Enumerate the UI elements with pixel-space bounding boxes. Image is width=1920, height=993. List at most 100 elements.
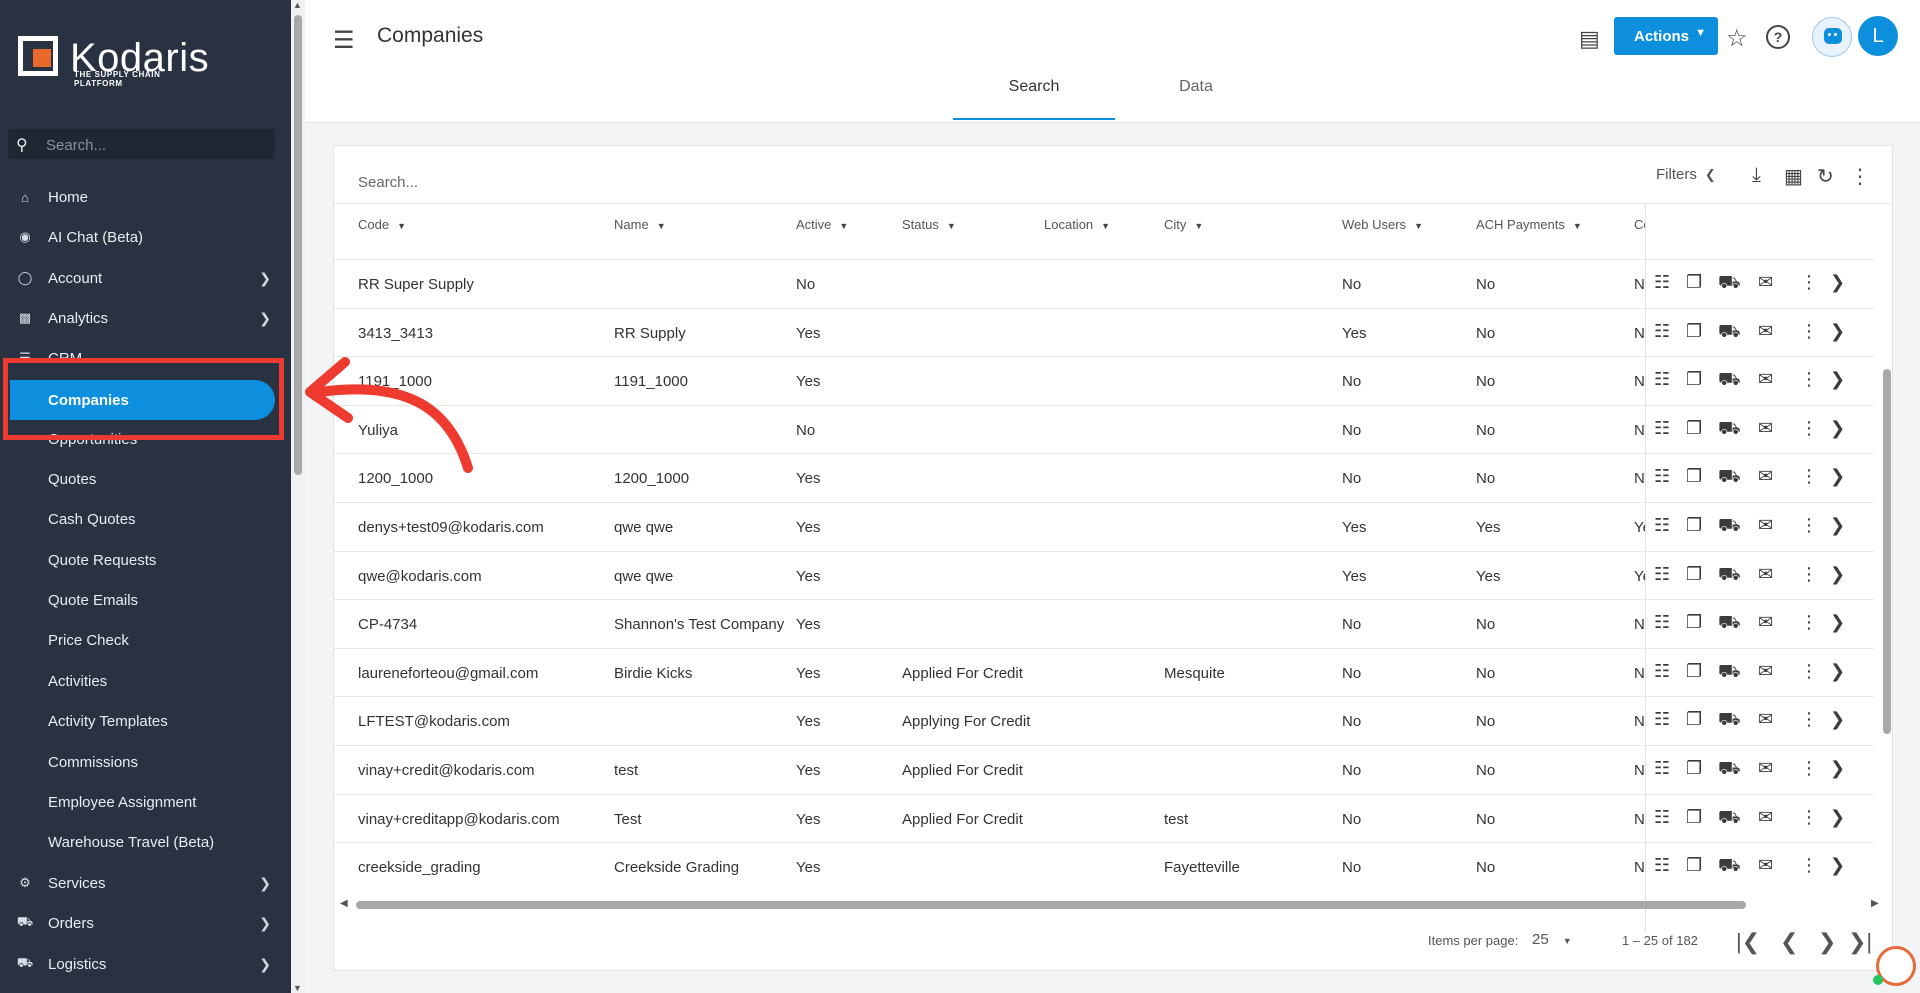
sidebar-item-activity-templates[interactable]: Activity Templates	[0, 703, 291, 739]
tab-data[interactable]: Data	[1115, 78, 1277, 120]
download-icon[interactable]: ⤓	[1752, 164, 1761, 187]
price-icon[interactable]: ❐	[1686, 758, 1702, 779]
row-expand-chevron-icon[interactable]: ❯	[1830, 515, 1845, 536]
shipping-add-icon[interactable]: ⛟	[1718, 807, 1741, 831]
scroll-left-icon[interactable]: ◀	[340, 898, 348, 909]
sidebar-item-analytics[interactable]: ▩ Analytics ❯	[0, 300, 291, 336]
row-expand-chevron-icon[interactable]: ❯	[1830, 661, 1845, 682]
ai-assistant-icon[interactable]	[1812, 17, 1852, 57]
table-horizontal-scrollbar[interactable]: ◀ ▶	[336, 898, 1896, 912]
add-note-icon[interactable]: ☷	[1654, 807, 1670, 828]
price-icon[interactable]: ❐	[1686, 321, 1702, 342]
sidebar-item-warehouse-travel[interactable]: Warehouse Travel (Beta)	[0, 824, 291, 860]
row-expand-chevron-icon[interactable]: ❯	[1830, 564, 1845, 585]
sidebar-scrollbar[interactable]: ▲ ▼	[291, 0, 305, 993]
column-header-web-users[interactable]: Web Users ▼	[1342, 217, 1423, 257]
table-row[interactable]: 3413_3413 RR Supply Yes Yes No No ☷ ❐ ⛟ ✉ ⋮ ❯	[334, 307, 1874, 357]
row-more-vert-icon[interactable]: ⋮	[1800, 855, 1818, 876]
row-more-vert-icon[interactable]: ⋮	[1800, 418, 1818, 439]
shipping-add-icon[interactable]: ⛟	[1718, 369, 1741, 393]
comment-icon[interactable]: ✉	[1758, 466, 1773, 487]
scroll-right-icon[interactable]: ▶	[1871, 898, 1879, 909]
page-size-select[interactable]: 25 ▼	[1532, 931, 1572, 948]
row-expand-chevron-icon[interactable]: ❯	[1830, 709, 1845, 730]
sidebar-item-home[interactable]: ⌂ Home	[0, 179, 291, 215]
shipping-add-icon[interactable]: ⛟	[1718, 466, 1741, 490]
table-row[interactable]: vinay+credit@kodaris.com test Yes Applied F…	[334, 745, 1874, 794]
shipping-add-icon[interactable]: ⛟	[1718, 661, 1741, 685]
comment-icon[interactable]: ✉	[1758, 855, 1773, 876]
tab-search[interactable]: Search	[953, 78, 1115, 120]
table-row[interactable]: CP-4734 Shannon's Test Company Yes No No No ☷ ❐…	[334, 599, 1874, 648]
vertical-scroll-thumb[interactable]	[1883, 369, 1891, 734]
sidebar-item-employee-assignment[interactable]: Employee Assignment	[0, 784, 291, 820]
sidebar-item-commissions[interactable]: Commissions	[0, 744, 291, 780]
table-row[interactable]: qwe@kodaris.com qwe qwe Yes Yes Yes Yes ☷ ❐ ⛟ ✉ ⋮ ❯	[334, 550, 1874, 600]
column-header-active[interactable]: Active ▼	[796, 217, 848, 257]
column-header-code[interactable]: Code ▼	[358, 217, 406, 257]
shipping-add-icon[interactable]: ⛟	[1718, 758, 1741, 782]
comment-icon[interactable]: ✉	[1758, 612, 1773, 633]
column-header-ach-payments[interactable]: ACH Payments ▼	[1476, 217, 1582, 257]
menu-icon[interactable]: ☰	[333, 26, 355, 55]
price-icon[interactable]: ❐	[1686, 369, 1702, 390]
row-more-vert-icon[interactable]: ⋮	[1800, 369, 1818, 390]
scroll-down-icon[interactable]: ▼	[293, 983, 302, 993]
kodaris-logo[interactable]: Kodaris THE SUPPLY CHAIN PLATFORM	[18, 36, 209, 88]
add-note-icon[interactable]: ☷	[1654, 272, 1670, 293]
shipping-add-icon[interactable]: ⛟	[1718, 855, 1741, 879]
sidebar-item-logistics[interactable]: ⛟ Logistics ❯	[0, 946, 291, 982]
row-more-vert-icon[interactable]: ⋮	[1800, 758, 1818, 779]
support-chat-icon[interactable]	[1873, 946, 1916, 986]
table-vertical-scrollbar[interactable]	[1882, 361, 1892, 881]
help-icon[interactable]: ?	[1766, 25, 1790, 49]
table-row[interactable]: creekside_grading Creekside Grading Yes Fay…	[334, 842, 1874, 889]
shipping-add-icon[interactable]: ⛟	[1718, 321, 1741, 345]
table-row[interactable]: 1200_10001200_1000YesNoNoNo☷❐⛟✉⋮❯	[334, 453, 1874, 502]
row-expand-chevron-icon[interactable]: ❯	[1830, 612, 1845, 633]
price-icon[interactable]: ❐	[1686, 564, 1702, 585]
table-row[interactable]: laureneforteou@gmail.com Birdie Kicks Yes A…	[334, 647, 1874, 697]
sidebar-item-quotes[interactable]: Quotes	[0, 461, 291, 497]
comment-icon[interactable]: ✉	[1758, 272, 1773, 293]
table-row[interactable]: YuliyaNoNoNoNo☷❐⛟✉⋮❯	[334, 404, 1874, 454]
add-note-icon[interactable]: ☷	[1654, 515, 1670, 536]
next-page-icon[interactable]: ❯	[1818, 929, 1836, 955]
horizontal-scroll-thumb[interactable]	[356, 901, 1746, 909]
add-note-icon[interactable]: ☷	[1654, 709, 1670, 730]
add-note-icon[interactable]: ☷	[1654, 661, 1670, 682]
filters-button[interactable]: Filters ❮	[1656, 166, 1716, 183]
add-note-icon[interactable]: ☷	[1654, 466, 1670, 487]
row-expand-chevron-icon[interactable]: ❯	[1830, 369, 1845, 390]
table-row[interactable]: RR Super Supply No No No No ☷ ❐ ⛟ ✉ ⋮ ❯	[334, 259, 1874, 308]
shipping-add-icon[interactable]: ⛟	[1718, 612, 1741, 636]
row-more-vert-icon[interactable]: ⋮	[1800, 515, 1818, 536]
comment-icon[interactable]: ✉	[1758, 515, 1773, 536]
row-expand-chevron-icon[interactable]: ❯	[1830, 758, 1845, 779]
column-header-status[interactable]: Status ▼	[902, 217, 956, 257]
table-row[interactable]: 1191_10001191_1000YesNoNoNo☷❐⛟✉⋮❯	[334, 356, 1874, 405]
row-expand-chevron-icon[interactable]: ❯	[1830, 466, 1845, 487]
first-page-icon[interactable]: |❮	[1736, 929, 1760, 955]
sidebar-search-input[interactable]	[44, 132, 268, 158]
sidebar-item-price-check[interactable]: Price Check	[0, 622, 291, 658]
price-icon[interactable]: ❐	[1686, 855, 1702, 876]
comment-icon[interactable]: ✉	[1758, 661, 1773, 682]
column-header-name[interactable]: Name ▼	[614, 217, 666, 257]
price-icon[interactable]: ❐	[1686, 418, 1702, 439]
table-row[interactable]: LFTEST@kodaris.com Yes Applying For Credit…	[334, 696, 1874, 745]
price-icon[interactable]: ❐	[1686, 466, 1702, 487]
comment-icon[interactable]: ✉	[1758, 807, 1773, 828]
row-more-vert-icon[interactable]: ⋮	[1800, 661, 1818, 682]
add-note-icon[interactable]: ☷	[1654, 321, 1670, 342]
column-header-location[interactable]: Location ▼	[1044, 217, 1110, 257]
comment-icon[interactable]: ✉	[1758, 418, 1773, 439]
sidebar-item-ai-chat[interactable]: ◉ AI Chat (Beta)	[0, 219, 291, 255]
price-icon[interactable]: ❐	[1686, 807, 1702, 828]
row-expand-chevron-icon[interactable]: ❯	[1830, 855, 1845, 876]
sidebar-item-activities[interactable]: Activities	[0, 663, 291, 699]
comment-icon[interactable]: ✉	[1758, 369, 1773, 390]
star-icon[interactable]: ☆	[1726, 24, 1748, 53]
sidebar-item-orders[interactable]: ⛟ Orders ❯	[0, 905, 291, 941]
more-vert-icon[interactable]: ⋮	[1850, 164, 1870, 189]
